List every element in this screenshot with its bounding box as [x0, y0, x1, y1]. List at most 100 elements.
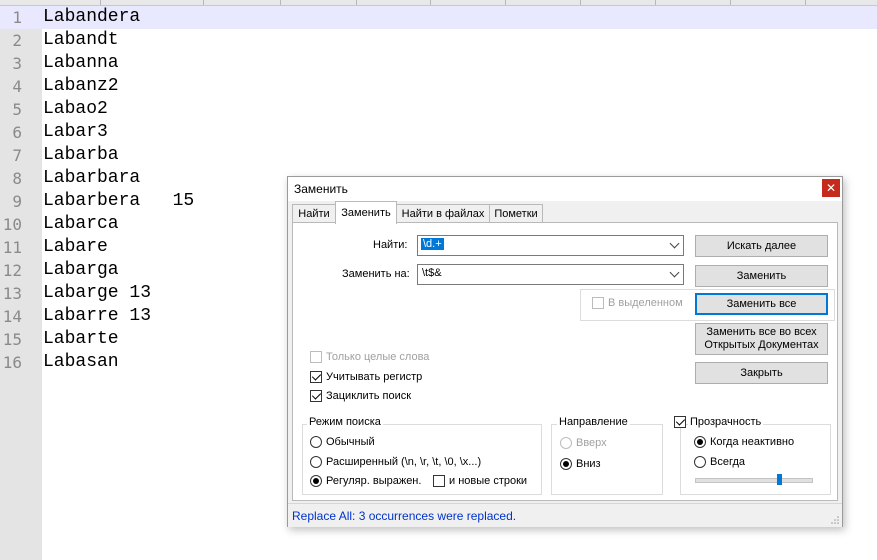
line-number: 9 [12, 192, 22, 211]
line-number: 1 [12, 8, 22, 27]
find-combobox[interactable]: \d.+ [417, 235, 684, 256]
line-text[interactable]: Labarba [43, 144, 119, 167]
line-text[interactable]: Labanna [43, 52, 119, 75]
search-mode-regex-radio[interactable] [310, 475, 322, 487]
line-text[interactable]: Labao2 [43, 98, 108, 121]
line-number: 2 [12, 31, 22, 50]
editor-line[interactable]: 1 Labandera [0, 6, 877, 29]
tab-find-in-files-label: Найти в файлах [401, 208, 485, 220]
line-number: 11 [2, 238, 22, 257]
line-text[interactable]: Labandera [43, 6, 140, 29]
direction-title: Направление [557, 416, 630, 428]
tab-replace[interactable]: Заменить [335, 201, 397, 224]
wrap-around-label: Зациклить поиск [326, 390, 412, 402]
line-number: 16 [2, 353, 22, 372]
search-mode-regex-label: Регуляр. выражен. [326, 475, 422, 487]
replace-label-btn: Заменить [736, 270, 787, 282]
line-text[interactable]: Labarga [43, 259, 119, 282]
tab-mark-label: Пометки [494, 208, 538, 220]
line-number: 7 [12, 146, 22, 165]
line-number: 8 [12, 169, 22, 188]
line-text[interactable]: Labarre 13 [43, 305, 151, 328]
direction-up-label: Вверх [576, 437, 607, 449]
transparency-inactive-label: Когда неактивно [710, 436, 795, 448]
line-text[interactable]: Labasan [43, 351, 119, 374]
close-icon: ✕ [825, 181, 837, 195]
line-number: 5 [12, 100, 22, 119]
direction-down-label: Вниз [576, 458, 601, 470]
replace-panel: Найти: \d.+ Заменить на: \t$& В выделенн… [292, 222, 838, 501]
line-text[interactable]: Labarbara [43, 167, 140, 190]
line-number: 4 [12, 77, 22, 96]
tab-find-label: Найти [298, 208, 330, 220]
line-text[interactable]: Labarte [43, 328, 119, 351]
replace-all-open-line1: Заменить все во всех [706, 326, 817, 338]
status-message: Replace All: 3 occurrences were replaced… [292, 509, 517, 523]
find-input[interactable]: \d.+ [421, 238, 444, 250]
direction-down-radio[interactable] [560, 458, 572, 470]
close-dialog-button[interactable]: Закрыть [695, 362, 828, 384]
line-text[interactable]: Labarge 13 [43, 282, 151, 305]
line-text[interactable]: Labare [43, 236, 108, 259]
editor-line[interactable]: 2 Labandt [0, 29, 877, 52]
find-label: Найти: [373, 239, 408, 251]
close-dialog-label: Закрыть [740, 367, 783, 379]
transparency-slider[interactable] [695, 478, 813, 483]
replace-all-button[interactable]: Заменить все [695, 293, 828, 315]
replace-label: Заменить на: [342, 268, 410, 280]
in-selection-checkbox[interactable] [592, 297, 604, 309]
transparency-title: Прозрачность [688, 416, 764, 428]
transparency-inactive-radio[interactable] [694, 436, 706, 448]
replace-dialog: Заменить ✕ Найти Заменить Найти в файлах… [287, 176, 843, 527]
tab-replace-label: Заменить [341, 207, 391, 219]
whole-word-checkbox[interactable] [310, 351, 322, 363]
tab-find[interactable]: Найти [292, 204, 336, 223]
line-number: 15 [2, 330, 22, 349]
replace-input[interactable]: \t$& [422, 267, 442, 279]
close-button[interactable]: ✕ [822, 179, 840, 197]
direction-up-radio[interactable] [560, 437, 572, 449]
transparency-always-label: Всегда [710, 456, 746, 468]
editor-line[interactable]: 7 Labarba [0, 144, 877, 167]
dialog-title: Заменить [294, 182, 348, 196]
line-text[interactable]: Labarca [43, 213, 119, 236]
chevron-down-icon[interactable] [669, 238, 680, 249]
dot-newline-checkbox[interactable] [433, 475, 445, 487]
editor-line[interactable]: 3 Labanna [0, 52, 877, 75]
tab-find-in-files[interactable]: Найти в файлах [396, 204, 490, 223]
whole-word-label: Только целые слова [326, 351, 430, 363]
line-number: 14 [2, 307, 22, 326]
transparency-always-radio[interactable] [694, 456, 706, 468]
line-text[interactable]: Labar3 [43, 121, 108, 144]
line-number: 10 [2, 215, 22, 234]
search-mode-extended-radio[interactable] [310, 456, 322, 468]
in-selection-label: В выделенном [608, 297, 683, 309]
search-mode-title: Режим поиска [307, 416, 383, 428]
search-mode-normal-radio[interactable] [310, 436, 322, 448]
replace-button[interactable]: Заменить [695, 265, 828, 287]
line-number: 6 [12, 123, 22, 142]
resize-grip-icon[interactable] [831, 516, 839, 524]
tab-mark[interactable]: Пометки [489, 204, 543, 223]
line-number: 13 [2, 284, 22, 303]
replace-combobox[interactable]: \t$& [417, 264, 684, 285]
transparency-checkbox[interactable] [674, 416, 686, 428]
match-case-checkbox[interactable] [310, 371, 322, 383]
dot-newline-label: и новые строки [449, 475, 528, 487]
editor-line[interactable]: 6 Labar3 [0, 121, 877, 144]
match-case-label: Учитывать регистр [326, 371, 423, 383]
replace-all-label: Заменить все [726, 298, 797, 310]
editor-line[interactable]: 4 Labanz2 [0, 75, 877, 98]
wrap-around-checkbox[interactable] [310, 390, 322, 402]
chevron-down-icon[interactable] [669, 267, 680, 278]
line-text[interactable]: Labandt [43, 29, 119, 52]
find-next-button[interactable]: Искать далее [695, 235, 828, 257]
dialog-titlebar[interactable]: Заменить ✕ [288, 177, 842, 201]
replace-all-open-line2: Открытых Документах [704, 339, 819, 351]
search-mode-normal-label: Обычный [326, 436, 375, 448]
editor-line[interactable]: 5 Labao2 [0, 98, 877, 121]
replace-all-open-docs-button[interactable]: Заменить все во всех Открытых Документах [695, 323, 828, 355]
line-text[interactable]: Labanz2 [43, 75, 119, 98]
line-text[interactable]: Labarbera 15 [43, 190, 194, 213]
transparency-slider-thumb[interactable] [776, 474, 782, 485]
